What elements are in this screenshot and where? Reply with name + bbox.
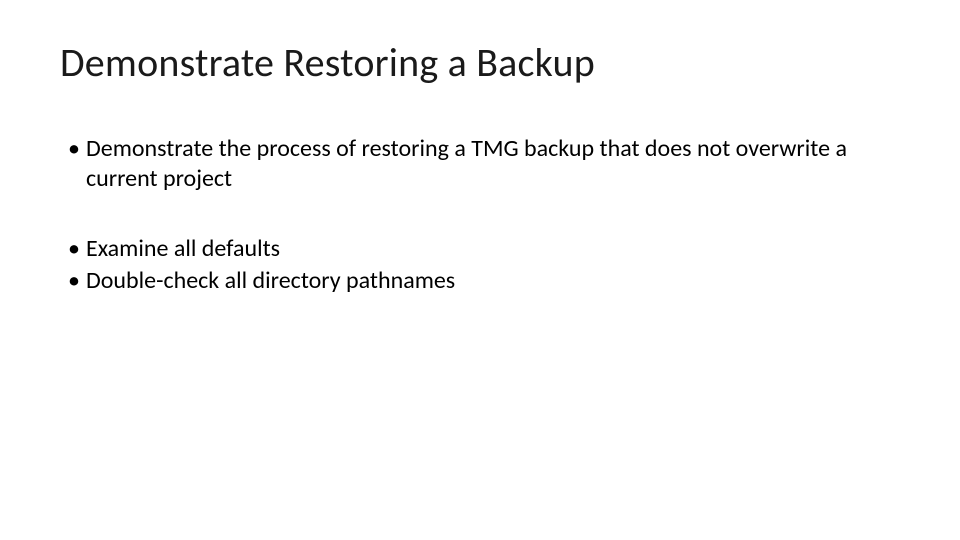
- slide: Demonstrate Restoring a Backup • Demonst…: [0, 0, 960, 540]
- bullet-item: • Double-check all directory pathnames: [60, 266, 900, 296]
- bullet-group-2: • Examine all defaults • Double-check al…: [60, 234, 900, 296]
- bullet-icon: •: [68, 134, 86, 164]
- bullet-item: • Demonstrate the process of restoring a…: [60, 134, 900, 194]
- slide-body: • Demonstrate the process of restoring a…: [60, 134, 900, 296]
- bullet-text: Demonstrate the process of restoring a T…: [86, 134, 900, 194]
- bullet-group-1: • Demonstrate the process of restoring a…: [60, 134, 900, 194]
- slide-title: Demonstrate Restoring a Backup: [60, 40, 900, 86]
- bullet-icon: •: [68, 234, 86, 264]
- bullet-item: • Examine all defaults: [60, 234, 900, 264]
- bullet-text: Double-check all directory pathnames: [86, 266, 900, 296]
- bullet-text: Examine all defaults: [86, 234, 900, 264]
- bullet-icon: •: [68, 266, 86, 296]
